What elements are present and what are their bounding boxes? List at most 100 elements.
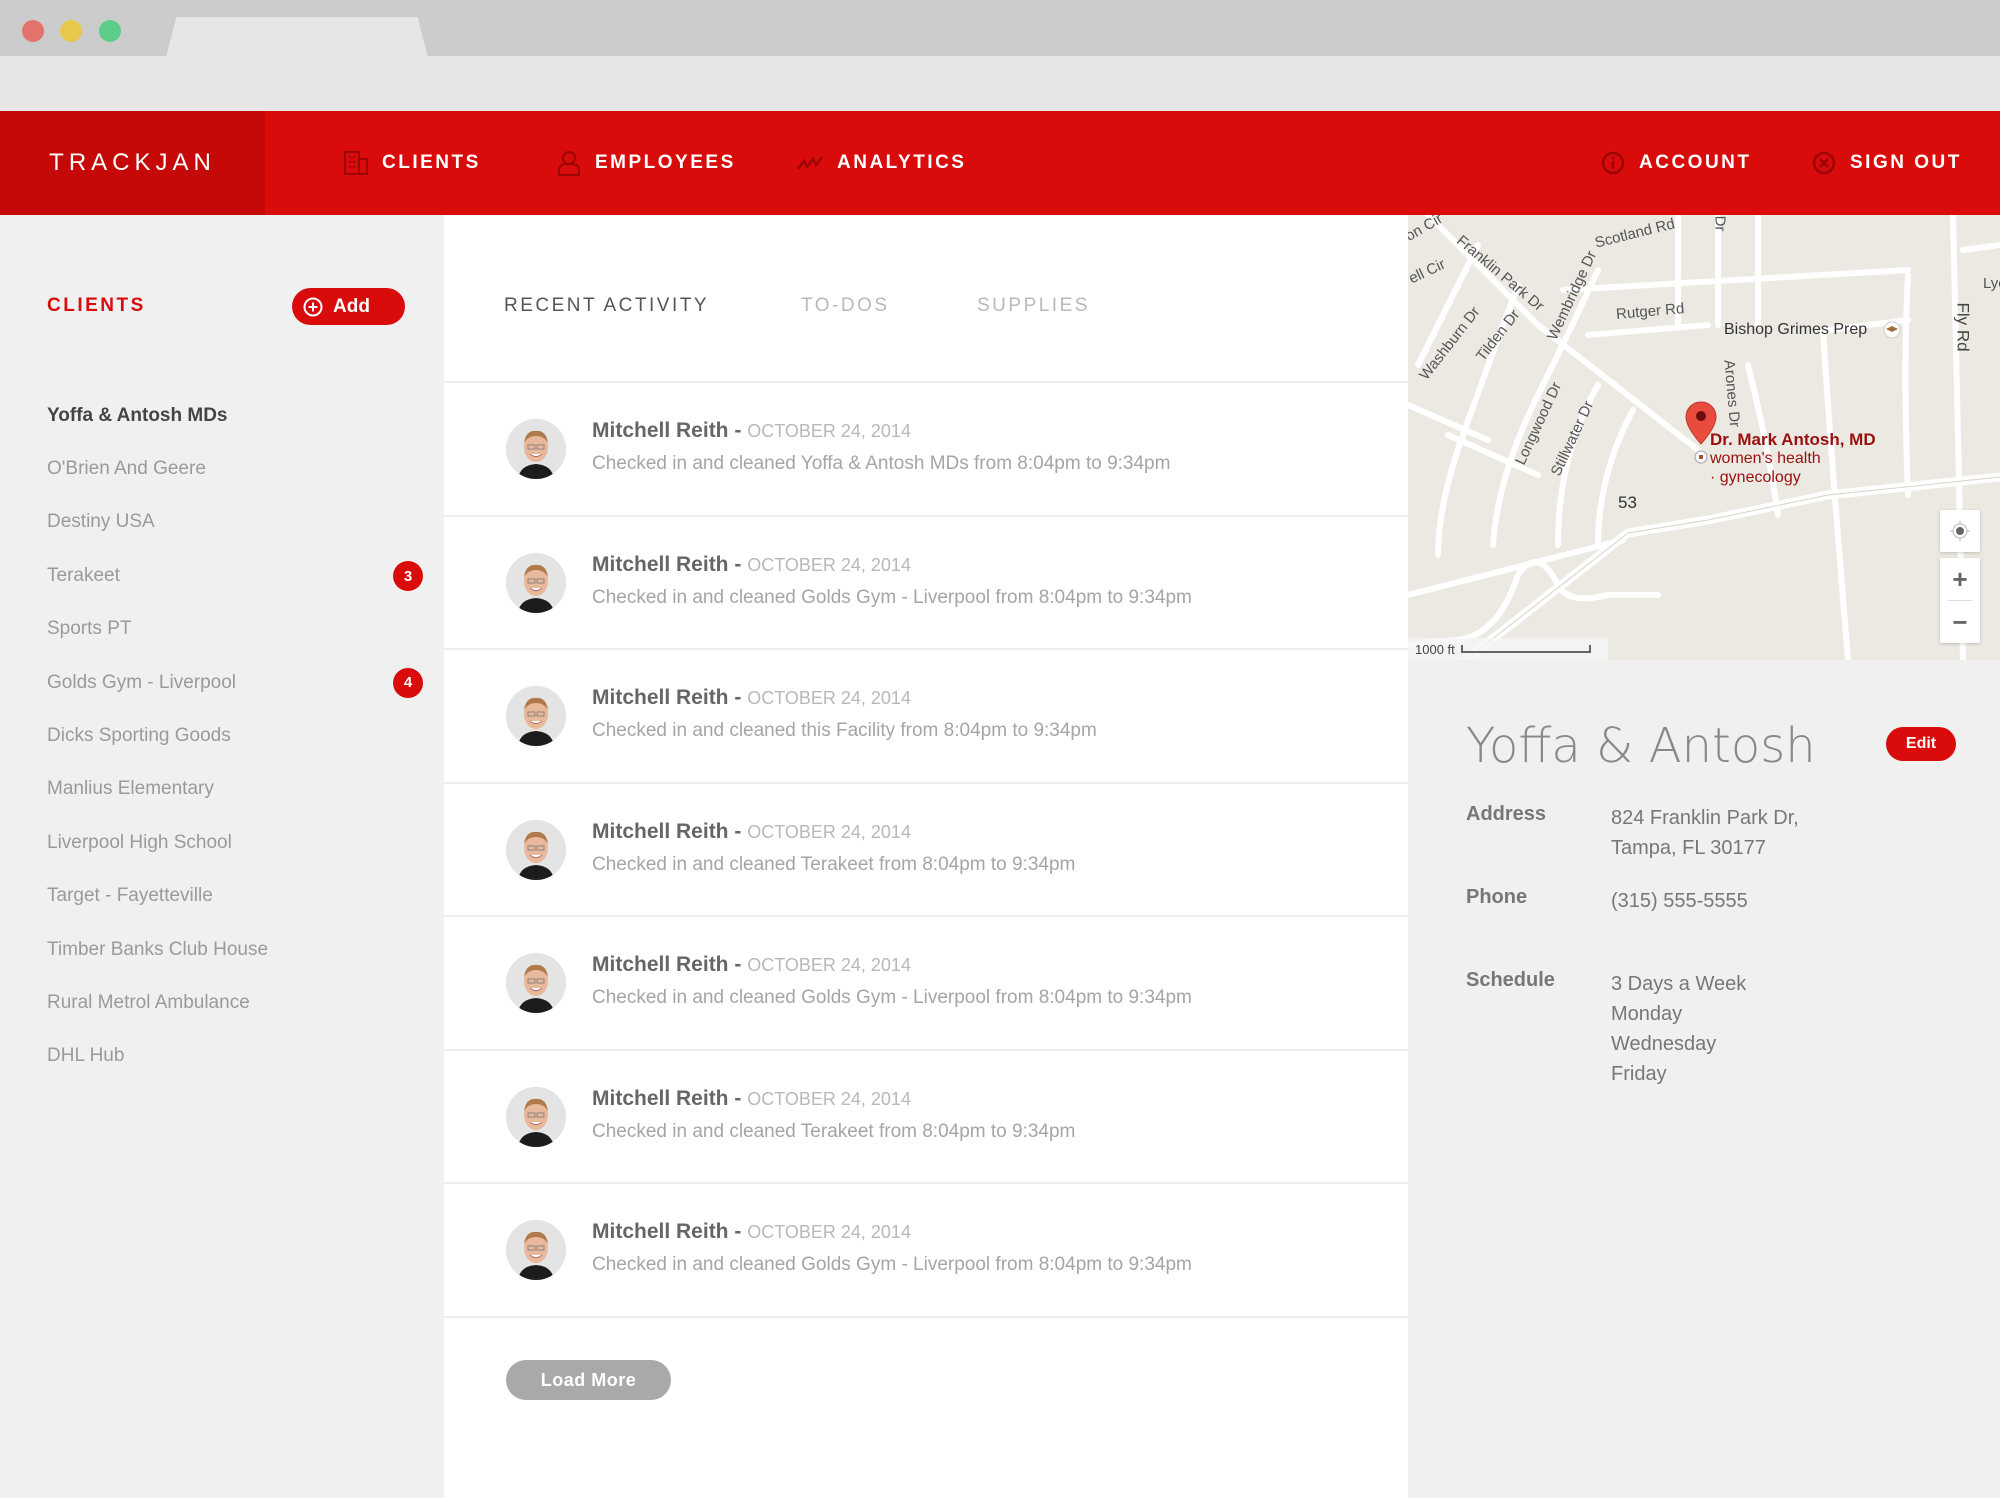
nav-analytics[interactable]: ANALYTICS xyxy=(797,111,966,215)
schedule-value: 3 Days a Week Monday Wednesday Friday xyxy=(1611,969,1746,1089)
activity-header: Mitchell Reith - OCTOBER 24, 2014 xyxy=(592,820,911,844)
street-label: Lyc xyxy=(1983,275,2000,292)
locate-icon xyxy=(1950,521,1970,541)
client-item[interactable]: Timber Banks Club House xyxy=(47,923,417,976)
schedule-line: Friday xyxy=(1611,1063,1667,1085)
activity-row: Mitchell Reith - OCTOBER 24, 2014 Checke… xyxy=(444,650,1408,784)
window-close-button[interactable] xyxy=(22,20,44,42)
avatar xyxy=(506,819,566,880)
poi-label[interactable]: Bishop Grimes Prep xyxy=(1724,321,1867,339)
nav-clients[interactable]: CLIENTS xyxy=(344,111,481,215)
edit-client-button[interactable]: Edit xyxy=(1886,727,1956,761)
app-header: TRACKJAN CLIENTS EMPLOYEES ANALYTICS ACC… xyxy=(0,111,2000,215)
client-item[interactable]: Sports PT xyxy=(47,603,417,656)
employee-name[interactable]: Mitchell Reith xyxy=(592,953,729,976)
client-item[interactable]: Dicks Sporting Goods xyxy=(47,709,417,762)
separator: - xyxy=(734,1220,742,1243)
client-name: Target - Fayetteville xyxy=(47,885,213,907)
client-item[interactable]: Yoffa & Antosh MDs xyxy=(47,389,417,442)
client-item[interactable]: O'Brien And Geere xyxy=(47,442,417,495)
close-circle-icon xyxy=(1812,151,1836,175)
building-icon xyxy=(344,151,368,175)
client-item[interactable]: DHL Hub xyxy=(47,1030,417,1083)
schedule-label: Schedule xyxy=(1466,969,1555,991)
employee-name[interactable]: Mitchell Reith xyxy=(592,553,729,576)
window-minimize-button[interactable] xyxy=(60,20,82,42)
activity-description: Checked in and cleaned this Facility fro… xyxy=(592,720,1097,741)
client-item[interactable]: Terakeet 3 xyxy=(47,549,423,602)
clients-sidebar: CLIENTS Add Yoffa & Antosh MDs O'Brien A… xyxy=(0,215,444,1498)
client-item[interactable]: Liverpool High School xyxy=(47,816,417,869)
street-label: Dr xyxy=(1711,215,1729,232)
avatar xyxy=(506,1220,566,1280)
client-map[interactable]: on Cir ell Cir Scotland Rd Franklin Park… xyxy=(1408,215,2000,660)
client-name: O'Brien And Geere xyxy=(47,458,206,480)
activity-header: Mitchell Reith - OCTOBER 24, 2014 xyxy=(592,553,911,577)
nav-analytics-label: ANALYTICS xyxy=(837,152,967,173)
activity-date: OCTOBER 24, 2014 xyxy=(747,1088,911,1109)
nav-sign-out-label: SIGN OUT xyxy=(1850,152,1962,173)
sidebar-title: CLIENTS xyxy=(47,295,146,316)
employee-name[interactable]: Mitchell Reith xyxy=(592,1220,729,1243)
logo: TRACKJAN xyxy=(49,149,216,176)
activity-row: Mitchell Reith - OCTOBER 24, 2014 Checke… xyxy=(444,917,1408,1051)
browser-toolbar xyxy=(0,56,2000,111)
nav-sign-out[interactable]: SIGN OUT xyxy=(1812,111,1962,215)
nav-account[interactable]: ACCOUNT xyxy=(1601,111,1752,215)
activity-header: Mitchell Reith - OCTOBER 24, 2014 xyxy=(592,953,911,977)
schedule-line: 3 Days a Week xyxy=(1611,973,1747,995)
client-name: Destiny USA xyxy=(47,511,155,533)
phone-label: Phone xyxy=(1466,886,1528,908)
employee-name[interactable]: Mitchell Reith xyxy=(592,820,729,843)
employee-name[interactable]: Mitchell Reith xyxy=(592,686,729,709)
client-name: Sports PT xyxy=(47,618,132,640)
activity-row: Mitchell Reith - OCTOBER 24, 2014 Checke… xyxy=(444,1184,1408,1318)
address-line: 824 Franklin Park Dr, xyxy=(1611,807,1799,829)
activity-list: Mitchell Reith - OCTOBER 24, 2014 Checke… xyxy=(444,383,1408,1318)
map-pin-subtitle-line: women's health xyxy=(1710,450,1821,467)
separator: - xyxy=(734,686,742,709)
avatar-photo-icon xyxy=(506,1086,566,1147)
activity-row: Mitchell Reith - OCTOBER 24, 2014 Checke… xyxy=(444,383,1408,517)
avatar xyxy=(506,419,566,479)
add-client-label: Add xyxy=(333,295,370,317)
tab-bar: RECENT ACTIVITY TO-DOS SUPPLIES xyxy=(444,215,1408,383)
client-item[interactable]: Destiny USA xyxy=(47,496,417,549)
client-details: Yoffa & Antosh Edit Address 824 Franklin… xyxy=(1408,660,2000,1498)
activity-description: Checked in and cleaned Golds Gym - Liver… xyxy=(592,586,1192,608)
window-maximize-button[interactable] xyxy=(99,20,121,42)
zoom-in-button[interactable]: + xyxy=(1940,558,1980,600)
client-item[interactable]: Golds Gym - Liverpool 4 xyxy=(47,656,423,709)
activity-row: Mitchell Reith - OCTOBER 24, 2014 Checke… xyxy=(444,517,1408,650)
activity-row: Mitchell Reith - OCTOBER 24, 2014 Checke… xyxy=(444,1051,1408,1184)
tab-supplies[interactable]: SUPPLIES xyxy=(977,295,1090,317)
load-more-button[interactable]: Load More xyxy=(506,1360,671,1400)
phone-value[interactable]: (315) 555-5555 xyxy=(1611,886,1748,916)
logo-block[interactable]: TRACKJAN xyxy=(0,111,265,215)
client-item[interactable]: Target - Fayetteville xyxy=(47,870,417,923)
activity-description: Checked in and cleaned Yoffa & Antosh MD… xyxy=(592,453,1171,474)
browser-tab[interactable] xyxy=(166,17,428,57)
client-item[interactable]: Rural Metrol Ambulance xyxy=(47,976,417,1029)
separator: - xyxy=(734,552,742,576)
nav-employees[interactable]: EMPLOYEES xyxy=(557,111,736,215)
avatar xyxy=(506,552,566,613)
map-pin-title[interactable]: Dr. Mark Antosh, MD xyxy=(1710,430,1876,450)
employee-name[interactable]: Mitchell Reith xyxy=(592,1087,729,1110)
plus-circle-icon xyxy=(303,297,323,316)
add-client-button[interactable]: Add xyxy=(292,288,405,325)
map-locate-button[interactable] xyxy=(1940,510,1980,552)
client-name: Timber Banks Club House xyxy=(47,938,269,960)
tab-to-dos[interactable]: TO-DOS xyxy=(801,295,890,317)
map-pin-subtitle-line: · gynecology xyxy=(1710,469,1801,486)
map-scale: 1000 ft xyxy=(1408,638,1608,660)
client-name: Golds Gym - Liverpool xyxy=(47,671,237,693)
client-item[interactable]: Manlius Elementary xyxy=(47,763,417,816)
highway-label: 53 xyxy=(1618,493,1637,512)
schedule-line: Wednesday xyxy=(1611,1033,1717,1055)
tab-recent-activity[interactable]: RECENT ACTIVITY xyxy=(504,295,709,317)
avatar-photo-icon xyxy=(506,686,566,746)
zoom-out-button[interactable]: − xyxy=(1940,601,1980,643)
separator: - xyxy=(734,819,742,843)
employee-name[interactable]: Mitchell Reith xyxy=(592,419,729,442)
